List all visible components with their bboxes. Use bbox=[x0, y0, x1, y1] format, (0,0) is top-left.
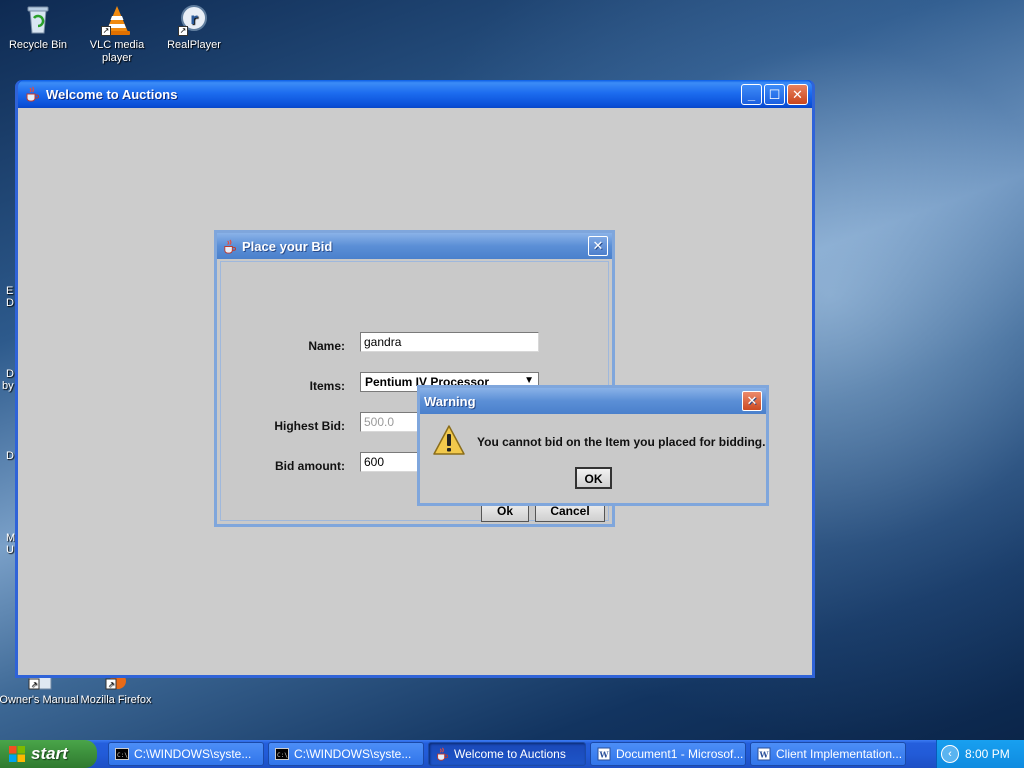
clipped-icon-label: D bbox=[6, 368, 14, 380]
clipped-icon-label: E bbox=[6, 285, 14, 297]
desktop-icon-realplayer[interactable]: r ↗ RealPlayer bbox=[154, 4, 234, 52]
desktop-icon-label: RealPlayer bbox=[167, 39, 221, 51]
desktop-icon-label: VLC media player bbox=[89, 39, 145, 64]
start-label: start bbox=[31, 744, 68, 763]
java-cup-icon bbox=[222, 239, 237, 254]
dialog-title: Warning bbox=[424, 393, 476, 409]
place-bid-title-bar[interactable]: Place your Bid ✕ bbox=[217, 233, 612, 259]
close-button[interactable]: ✕ bbox=[787, 84, 808, 105]
auctions-title-bar[interactable]: Welcome to Auctions _ ☐ ✕ bbox=[18, 80, 812, 108]
warning-message: You cannot bid on the Item you placed fo… bbox=[477, 435, 766, 449]
cmd-icon: C:\ bbox=[115, 747, 129, 761]
taskbar-button-document1[interactable]: W Document1 - Microsof... bbox=[590, 742, 746, 766]
java-cup-icon bbox=[435, 747, 449, 761]
bid-dialog-close-button[interactable]: ✕ bbox=[588, 236, 608, 256]
svg-text:W: W bbox=[759, 750, 770, 760]
warning-dialog: Warning ✕ You cannot bid on the Item you… bbox=[417, 385, 769, 506]
taskbar-button-client-implementation[interactable]: W Client Implementation... bbox=[750, 742, 906, 766]
svg-text:C:\: C:\ bbox=[117, 752, 128, 759]
name-label: Name: bbox=[308, 339, 345, 353]
desktop-icon-vlc[interactable]: ↗ VLC media player bbox=[77, 4, 157, 65]
taskbar-button-cmd-2[interactable]: C:\ C:\WINDOWS\syste... bbox=[268, 742, 424, 766]
bid-amount-label: Bid amount: bbox=[275, 459, 345, 473]
taskbar-button-label: C:\WINDOWS\syste... bbox=[294, 747, 412, 761]
items-label: Items: bbox=[309, 379, 345, 393]
word-icon: W bbox=[597, 747, 611, 761]
clock[interactable]: 8:00 PM bbox=[965, 747, 1010, 761]
taskbar-button-label: Client Implementation... bbox=[776, 747, 903, 761]
taskbar-button-cmd-1[interactable]: C:\ C:\WINDOWS\syste... bbox=[108, 742, 264, 766]
taskbar: start C:\ C:\WINDOWS\syste... C:\ C:\WIN… bbox=[0, 740, 1024, 768]
java-cup-icon bbox=[24, 86, 40, 102]
minimize-icon: _ bbox=[747, 87, 756, 102]
warning-body: You cannot bid on the Item you placed fo… bbox=[420, 414, 766, 503]
desktop-icon-owners-manual[interactable]: ↗ Owner's Manual bbox=[0, 673, 79, 707]
maximize-icon: ☐ bbox=[768, 87, 781, 102]
taskbar-button-label: Document1 - Microsof... bbox=[616, 747, 744, 761]
warning-ok-button[interactable]: OK bbox=[575, 467, 612, 489]
desktop-icon-firefox[interactable]: ↗ Mozilla Firefox bbox=[76, 673, 156, 707]
show-hidden-icons-button[interactable]: ‹ bbox=[941, 745, 959, 763]
dialog-title: Place your Bid bbox=[242, 238, 333, 254]
taskbar-button-label: C:\WINDOWS\syste... bbox=[134, 747, 252, 761]
desktop-icon-label: Recycle Bin bbox=[8, 39, 68, 51]
windows-logo-icon bbox=[8, 745, 26, 763]
recycle-bin-icon bbox=[22, 4, 54, 36]
close-icon: ✕ bbox=[746, 393, 758, 408]
clipped-icon-label: M bbox=[6, 532, 16, 544]
svg-text:↗: ↗ bbox=[31, 680, 38, 689]
name-field[interactable]: gandra bbox=[360, 332, 539, 352]
close-icon: ✕ bbox=[792, 87, 803, 102]
cmd-icon: C:\ bbox=[275, 747, 289, 761]
desktop-icon-recycle-bin[interactable]: Recycle Bin bbox=[0, 4, 78, 52]
taskbar-button-auctions[interactable]: Welcome to Auctions bbox=[428, 742, 586, 766]
desktop-icon-label: Owner's Manual bbox=[0, 694, 79, 706]
start-button[interactable]: start bbox=[0, 740, 97, 768]
highest-bid-label: Highest Bid: bbox=[274, 419, 345, 433]
desktop-icon-label: Mozilla Firefox bbox=[80, 694, 152, 706]
warning-icon bbox=[432, 424, 466, 459]
window-title: Welcome to Auctions bbox=[46, 86, 178, 102]
clipped-icon-label: U bbox=[6, 544, 14, 556]
taskbar-button-label: Welcome to Auctions bbox=[454, 747, 566, 761]
clipped-icon-label: D bbox=[6, 450, 14, 462]
minimize-button[interactable]: _ bbox=[741, 84, 762, 105]
svg-text:C:\: C:\ bbox=[277, 752, 288, 759]
close-icon: ✕ bbox=[592, 238, 604, 253]
clipped-icon-label: by bbox=[2, 380, 14, 392]
svg-text:r: r bbox=[190, 10, 198, 28]
maximize-button[interactable]: ☐ bbox=[764, 84, 785, 105]
system-tray: ‹ 8:00 PM bbox=[936, 740, 1024, 768]
realplayer-icon: r ↗ bbox=[178, 4, 210, 36]
vlc-icon: ↗ bbox=[101, 4, 133, 36]
svg-text:W: W bbox=[599, 750, 610, 760]
warning-title-bar[interactable]: Warning ✕ bbox=[420, 388, 766, 414]
clipped-icon-label: D bbox=[6, 297, 14, 309]
warning-close-button[interactable]: ✕ bbox=[742, 391, 762, 411]
svg-text:↗: ↗ bbox=[108, 680, 115, 689]
word-icon: W bbox=[757, 747, 771, 761]
